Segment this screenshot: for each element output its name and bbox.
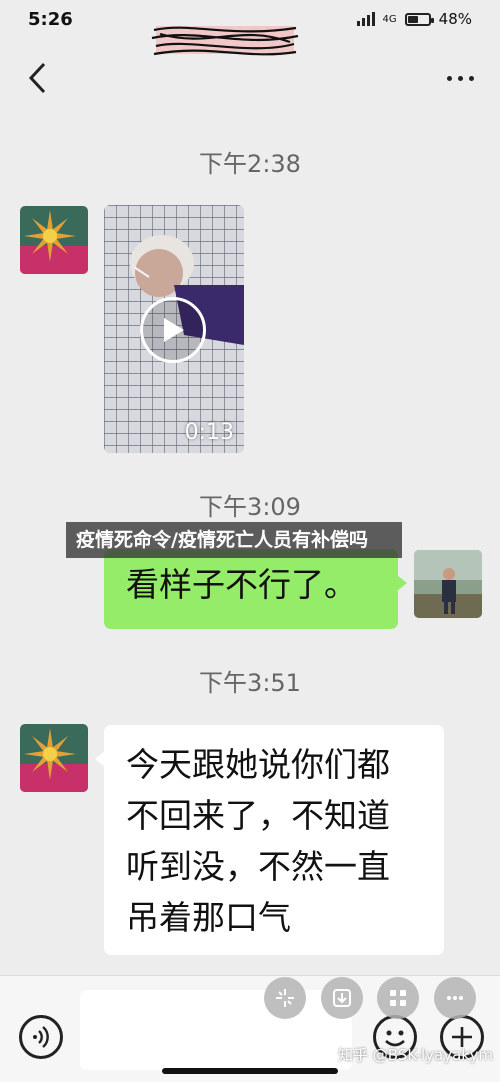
message-line: 吊着那口气	[126, 898, 291, 937]
contact-avatar[interactable]	[20, 206, 88, 274]
my-message-bubble[interactable]: 看样子不行了。	[104, 549, 407, 629]
message-text: 看样子不行了。	[126, 565, 357, 604]
contact-message-bubble[interactable]: 今天跟她说你们都 不回来了，不知道 听到没，不然一直 吊着那口气	[95, 725, 444, 955]
message-line: 今天跟她说你们都	[126, 745, 390, 784]
my-avatar[interactable]	[414, 550, 482, 618]
more-icon[interactable]	[434, 977, 476, 1019]
chevron-left-icon[interactable]	[22, 58, 52, 98]
network-label: 4G	[382, 13, 397, 25]
message-timestamp: 下午2:38	[199, 150, 301, 178]
watermark: 知乎 @BSK-lyayakym	[338, 1046, 493, 1064]
chat-title-redacted	[150, 18, 300, 62]
play-icon[interactable]	[140, 297, 206, 363]
message-line: 听到没，不然一直	[126, 847, 390, 886]
contact-avatar[interactable]	[20, 724, 88, 792]
video-message[interactable]: 0:13	[104, 205, 244, 453]
flower-icon[interactable]	[264, 977, 306, 1019]
status-icons: 4G 48%	[356, 10, 472, 28]
more-dots-icon[interactable]	[442, 63, 478, 93]
grid-icon[interactable]	[377, 977, 419, 1019]
status-time: 5:26	[28, 8, 73, 30]
battery-icon	[404, 12, 434, 26]
signal-icon	[356, 12, 375, 26]
home-indicator[interactable]	[162, 1068, 338, 1074]
message-input[interactable]	[80, 990, 352, 1070]
download-icon[interactable]	[321, 977, 363, 1019]
video-duration: 0:13	[184, 420, 234, 445]
message-line: 不回来了，不知道	[126, 796, 390, 835]
overlay-banner: 疫情死命令/疫情死亡人员有补偿吗	[66, 522, 402, 558]
voice-icon[interactable]	[19, 1015, 63, 1059]
battery-percent: 48%	[438, 10, 472, 28]
message-timestamp: 下午3:51	[199, 669, 301, 697]
message-timestamp: 下午3:09	[199, 493, 301, 521]
